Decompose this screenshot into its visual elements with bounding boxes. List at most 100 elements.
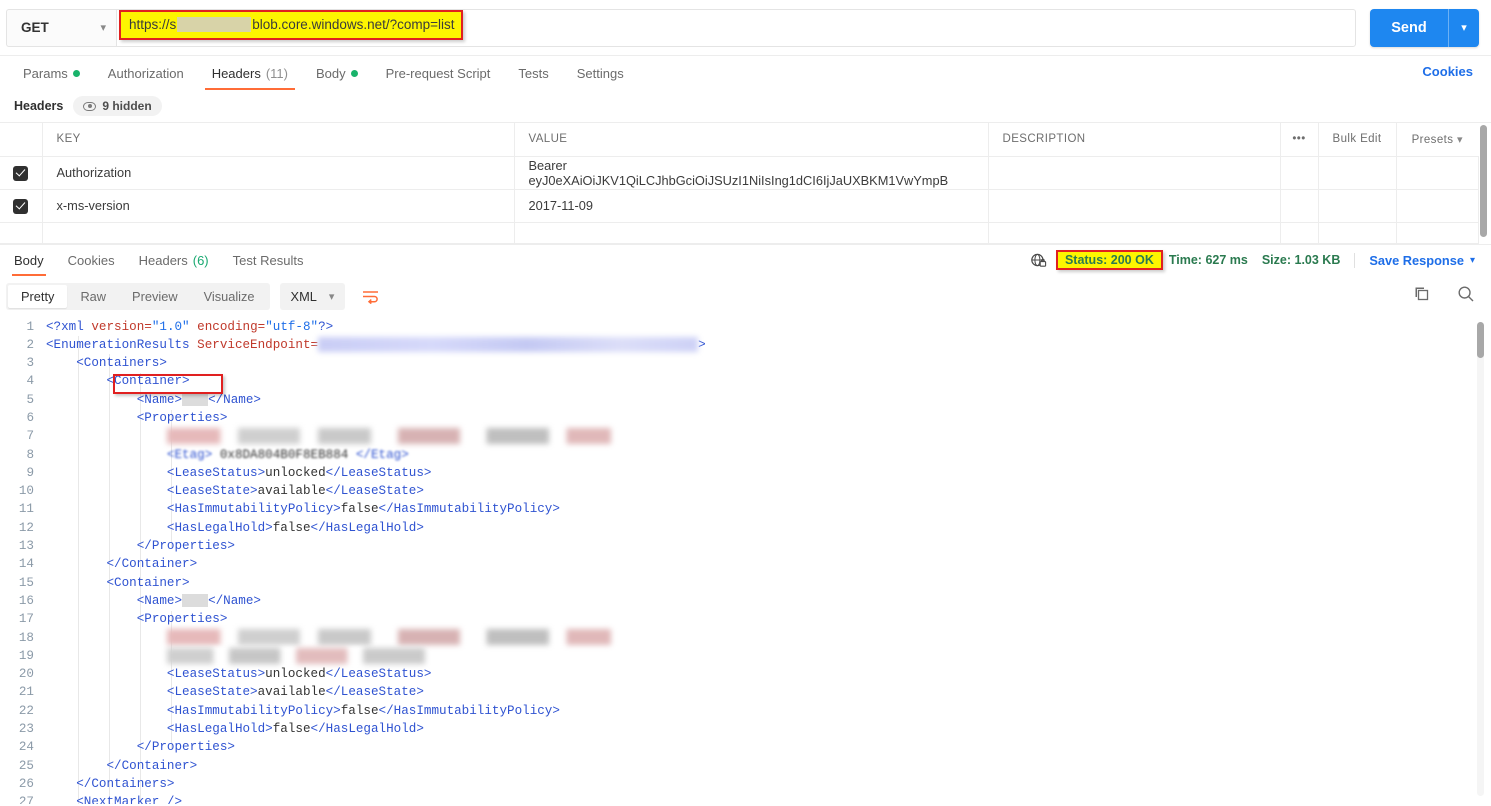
table-row-partial[interactable] [0, 222, 1479, 244]
url-highlight-annotation: https://s blob.core.windows.net/?comp=lis… [119, 9, 463, 40]
line-number: 21 [18, 685, 34, 700]
line-number: 26 [18, 776, 34, 791]
code-text: <Container> [106, 374, 190, 389]
response-size: Size: 1.03 KB [1261, 253, 1341, 267]
table-row[interactable]: x-ms-version 2017-11-09 [0, 189, 1479, 223]
row-checkbox[interactable] [0, 189, 43, 223]
response-tab-body[interactable]: Body [2, 244, 56, 276]
response-tab-test-results[interactable]: Test Results [221, 244, 316, 276]
line-number: 27 [18, 795, 34, 804]
tab-pre-request-script[interactable]: Pre-request Script [377, 56, 500, 90]
code-text: <Properties> [136, 612, 228, 627]
chevron-down-icon: ▾ [100, 22, 106, 34]
response-tab-cookies[interactable]: Cookies [56, 244, 127, 276]
response-tab-headers[interactable]: Headers (6) [127, 244, 221, 276]
copy-button[interactable] [1413, 285, 1431, 308]
presets-button[interactable]: Presets ▾ [1395, 123, 1478, 157]
bulk-edit-button[interactable]: Bulk Edit [1317, 123, 1397, 157]
etag-value: 0x8DA804B0F8EB884 [219, 447, 349, 462]
redacted-service-endpoint [318, 336, 699, 352]
view-mode-preview[interactable]: Preview [119, 285, 191, 308]
header-description-cell[interactable] [987, 156, 1281, 190]
eye-icon [83, 101, 97, 111]
row-spacer-dots [1279, 222, 1319, 244]
http-method-label: GET [21, 20, 49, 35]
code-vertical-scrollbar[interactable] [1477, 321, 1484, 358]
code-line: 25 </Container> [0, 757, 1491, 775]
headers-vertical-scrollbar[interactable] [1480, 125, 1487, 237]
header-value-cell[interactable]: 2017-11-09 [513, 189, 989, 223]
http-method-select[interactable]: GET ▾ [6, 8, 116, 47]
code-text: <LeaseState>available</LeaseState> [166, 484, 424, 499]
more-actions-button[interactable]: ••• [1279, 123, 1319, 157]
header-key-cell[interactable]: x-ms-version [41, 189, 515, 223]
code-line: 9 <LeaseStatus>unlocked</LeaseStatus> [0, 464, 1491, 482]
view-mode-visualize[interactable]: Visualize [191, 285, 268, 308]
url-input-wrapper: https://s blob.core.windows.net/?comp=lis… [116, 8, 1356, 47]
table-row[interactable]: Authorization Bearer eyJ0eXAiOiJKV1QiLCJ… [0, 156, 1479, 190]
header-value-cell[interactable] [513, 222, 989, 244]
line-number: 16 [18, 593, 34, 608]
code-text: <Name> </Name> [136, 593, 261, 608]
send-button-group[interactable]: Send ▾ [1370, 8, 1479, 47]
tab-tests[interactable]: Tests [509, 56, 557, 90]
headers-table-header-row: KEY VALUE DESCRIPTION ••• Bulk Edit Pres… [0, 123, 1478, 157]
code-line: 3 <Containers> [0, 354, 1491, 372]
lease-state-value: available [257, 685, 326, 700]
word-wrap-button[interactable] [357, 284, 383, 310]
tab-authorization[interactable]: Authorization [99, 56, 193, 90]
line-number: 15 [18, 575, 34, 590]
view-mode-raw[interactable]: Raw [67, 285, 119, 308]
cookies-link[interactable]: Cookies [1422, 64, 1473, 79]
has-legal-hold-value: false [272, 520, 311, 535]
code-line: 2 <EnumerationResults ServiceEndpoint= > [0, 336, 1491, 354]
tab-body[interactable]: Body [307, 56, 367, 90]
tab-params[interactable]: Params [14, 56, 89, 90]
code-text: </Container> [106, 758, 198, 773]
hidden-headers-toggle[interactable]: 9 hidden [73, 96, 162, 116]
tab-body-label: Body [315, 65, 346, 81]
code-text: <LeaseState>available</LeaseState> [166, 685, 424, 700]
header-key-cell[interactable] [41, 222, 515, 244]
save-response-button[interactable]: Save Response [1369, 253, 1464, 268]
row-checkbox[interactable] [0, 156, 43, 190]
header-key-cell[interactable]: Authorization [41, 156, 515, 190]
postman-window: GET ▾ https://s blob.core.windows.net/?co… [0, 0, 1491, 806]
headers-section-title: Headers [14, 99, 64, 113]
send-options-chevron-icon[interactable]: ▾ [1449, 9, 1479, 47]
response-meta-bar: Body Cookies Headers (6) Test Results St… [0, 243, 1491, 276]
redacted-container-name [182, 594, 209, 608]
view-mode-pretty[interactable]: Pretty [8, 285, 68, 308]
code-text: <Name> </Name> [136, 392, 261, 407]
response-body-code[interactable]: 1 <?xml version="1.0" encoding="utf-8"?>… [0, 318, 1491, 804]
chevron-down-icon[interactable]: ▾ [1470, 255, 1475, 266]
code-line: 5 <Name> </Name> [0, 391, 1491, 409]
line-number: 25 [18, 758, 34, 773]
format-select[interactable]: XML ▾ [279, 283, 346, 310]
row-checkbox[interactable] [0, 222, 43, 244]
header-description-cell[interactable] [987, 189, 1281, 223]
header-description-cell[interactable] [987, 222, 1281, 244]
code-line: 26 </Containers> [0, 775, 1491, 793]
tab-settings[interactable]: Settings [568, 56, 633, 90]
status-badge: Status: 200 OK [1055, 250, 1163, 270]
line-number: 20 [18, 667, 34, 682]
redacted-last-modified [166, 427, 611, 444]
tab-headers[interactable]: Headers (11) [203, 56, 297, 90]
line-number: 9 [26, 465, 34, 480]
send-button[interactable]: Send [1370, 9, 1448, 47]
search-button[interactable] [1457, 285, 1475, 308]
code-text: <LeaseStatus>unlocked</LeaseStatus> [166, 667, 432, 682]
line-number: 7 [26, 429, 34, 444]
code-line: 13 </Properties> [0, 537, 1491, 555]
line-number: 1 [26, 319, 34, 334]
code-text [46, 629, 611, 647]
column-value: VALUE [513, 123, 989, 157]
header-value-cell[interactable]: Bearer eyJ0eXAiOiJKV1QiLCJhbGciOiJSUzI1N… [513, 156, 989, 190]
row-spacer-bulk [1317, 222, 1397, 244]
line-number: 24 [18, 740, 34, 755]
presets-label: Presets [1411, 133, 1454, 146]
code-text: <Containers> [76, 356, 167, 371]
response-tab-body-label: Body [14, 252, 44, 268]
code-line: 20 <LeaseStatus>unlocked</LeaseStatus> [0, 665, 1491, 683]
